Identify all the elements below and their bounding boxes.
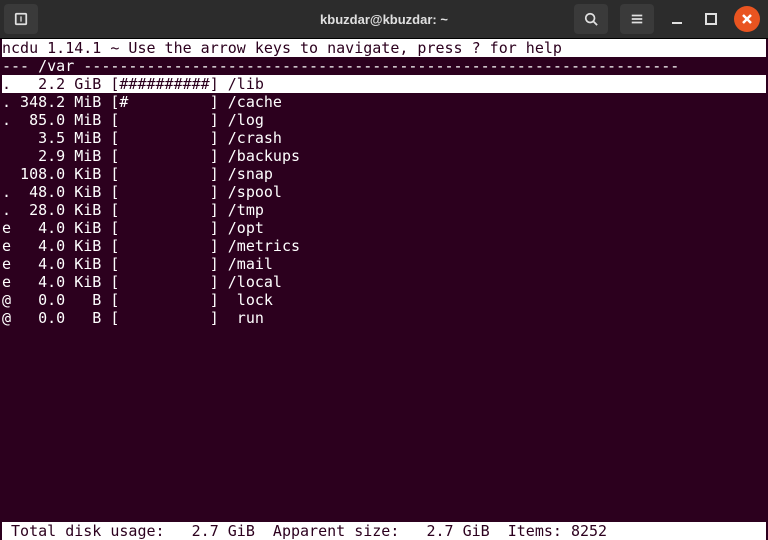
- ncdu-row[interactable]: e 4.0 KiB [ ] /opt: [2, 219, 766, 237]
- ncdu-header: ncdu 1.14.1 ~ Use the arrow keys to navi…: [2, 39, 766, 57]
- close-button[interactable]: [734, 6, 760, 32]
- ncdu-row[interactable]: @ 0.0 B [ ] run: [2, 309, 766, 327]
- ncdu-row[interactable]: e 4.0 KiB [ ] /mail: [2, 255, 766, 273]
- window-title: kbuzdar@kbuzdar: ~: [204, 12, 564, 27]
- window-titlebar: kbuzdar@kbuzdar: ~: [0, 0, 768, 38]
- ncdu-row[interactable]: . 28.0 KiB [ ] /tmp: [2, 201, 766, 219]
- ncdu-path: --- /var -------------------------------…: [2, 57, 766, 75]
- ncdu-row[interactable]: 2.9 MiB [ ] /backups: [2, 147, 766, 165]
- search-button[interactable]: [574, 4, 608, 34]
- minimize-button[interactable]: [666, 8, 688, 30]
- maximize-button[interactable]: [700, 8, 722, 30]
- menu-button[interactable]: [620, 4, 654, 34]
- terminal-area[interactable]: ncdu 1.14.1 ~ Use the arrow keys to navi…: [0, 38, 768, 540]
- ncdu-row[interactable]: . 85.0 MiB [ ] /log: [2, 111, 766, 129]
- ncdu-footer: Total disk usage: 2.7 GiB Apparent size:…: [2, 522, 766, 540]
- ncdu-row[interactable]: . 2.2 GiB [##########] /lib: [2, 75, 766, 93]
- new-tab-button[interactable]: [4, 4, 38, 34]
- ncdu-row[interactable]: @ 0.0 B [ ] lock: [2, 291, 766, 309]
- ncdu-row[interactable]: e 4.0 KiB [ ] /local: [2, 273, 766, 291]
- ncdu-row[interactable]: e 4.0 KiB [ ] /metrics: [2, 237, 766, 255]
- ncdu-list[interactable]: . 2.2 GiB [##########] /lib. 348.2 MiB […: [2, 75, 766, 522]
- ncdu-row[interactable]: . 48.0 KiB [ ] /spool: [2, 183, 766, 201]
- ncdu-row[interactable]: 108.0 KiB [ ] /snap: [2, 165, 766, 183]
- ncdu-row[interactable]: 3.5 MiB [ ] /crash: [2, 129, 766, 147]
- ncdu-row[interactable]: . 348.2 MiB [# ] /cache: [2, 93, 766, 111]
